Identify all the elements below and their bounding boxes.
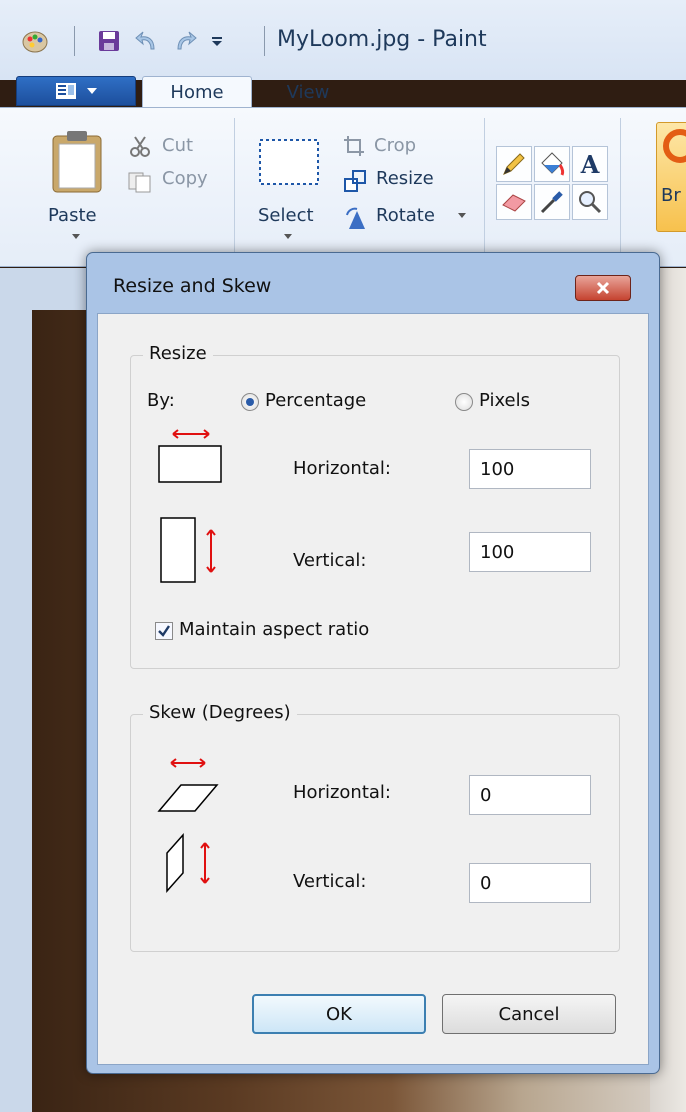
dialog-title: Resize and Skew — [113, 275, 272, 297]
pencil-icon[interactable] — [496, 146, 532, 182]
select-dropdown-icon[interactable] — [282, 233, 294, 241]
paste-label[interactable]: Paste — [48, 205, 97, 226]
skew-horizontal-label: Horizontal: — [293, 782, 391, 803]
resize-icon[interactable] — [342, 168, 368, 194]
rotate-dropdown-icon[interactable] — [456, 212, 468, 220]
skew-vertical-input[interactable]: 0 — [469, 863, 591, 903]
menu-icon — [56, 83, 76, 99]
skew-vertical-label: Vertical: — [293, 871, 367, 892]
percentage-radio[interactable] — [241, 393, 259, 411]
select-label[interactable]: Select — [258, 205, 314, 226]
eraser-icon[interactable] — [496, 184, 532, 220]
tab-view[interactable]: View — [258, 76, 358, 108]
brushes-label: Br — [661, 185, 681, 206]
paste-icon[interactable] — [48, 128, 106, 194]
maintain-aspect-label[interactable]: Maintain aspect ratio — [179, 619, 369, 640]
pixels-label[interactable]: Pixels — [479, 390, 530, 411]
chevron-down-icon — [87, 88, 97, 94]
skew-horizontal-icon — [157, 758, 219, 812]
group-separator — [234, 118, 235, 258]
window-title: MyLoom.jpg - Paint — [277, 27, 487, 52]
cancel-button[interactable]: Cancel — [442, 994, 616, 1034]
brushes-button[interactable]: Br — [656, 122, 686, 232]
skew-group: Skew (Degrees) Horizontal: 0 Vertical: 0 — [130, 702, 620, 952]
fill-icon[interactable] — [534, 146, 570, 182]
customize-dropdown-icon[interactable] — [204, 28, 230, 54]
text-glyph: A — [580, 149, 600, 179]
paint-menu-button[interactable] — [16, 76, 136, 106]
skew-vertical-icon — [166, 833, 210, 893]
rotate-icon[interactable] — [344, 206, 370, 232]
cut-label[interactable]: Cut — [162, 135, 193, 156]
skew-group-label: Skew (Degrees) — [143, 702, 297, 723]
cut-icon[interactable] — [128, 134, 152, 158]
crop-icon[interactable] — [342, 134, 366, 158]
resize-group: Resize By: Percentage Pixels Horizontal:… — [130, 343, 620, 669]
resize-label[interactable]: Resize — [376, 168, 434, 189]
resize-skew-dialog: Resize and Skew Resize By: Percentage Pi… — [86, 252, 660, 1074]
crop-label[interactable]: Crop — [374, 135, 416, 156]
color-picker-icon[interactable] — [534, 184, 570, 220]
close-icon — [596, 281, 610, 295]
magnifier-icon[interactable] — [572, 184, 608, 220]
text-icon[interactable]: A — [572, 146, 608, 182]
pixels-radio[interactable] — [455, 393, 473, 411]
group-separator — [484, 118, 485, 258]
resize-vertical-label: Vertical: — [293, 550, 367, 571]
undo-icon[interactable] — [134, 28, 160, 54]
resize-horizontal-input[interactable]: 100 — [469, 449, 591, 489]
ok-button[interactable]: OK — [252, 994, 426, 1034]
copy-icon[interactable] — [126, 170, 154, 194]
title-separator — [264, 26, 265, 56]
resize-group-label: Resize — [143, 343, 213, 364]
maintain-aspect-checkbox[interactable] — [155, 622, 173, 640]
percentage-label[interactable]: Percentage — [265, 390, 366, 411]
paste-dropdown-icon[interactable] — [70, 233, 82, 241]
ribbon-panel: Paste Cut Copy Select Crop Resize Rotate… — [0, 107, 686, 267]
title-bar: MyLoom.jpg - Paint — [0, 0, 686, 80]
tab-home[interactable]: Home — [142, 76, 252, 108]
select-icon[interactable] — [258, 138, 320, 186]
resize-vertical-icon — [160, 517, 216, 583]
save-icon[interactable] — [96, 28, 122, 54]
resize-horizontal-label: Horizontal: — [293, 458, 391, 479]
by-label: By: — [147, 390, 175, 411]
copy-label[interactable]: Copy — [162, 168, 208, 189]
brush-icon — [663, 129, 686, 163]
redo-icon[interactable] — [172, 28, 198, 54]
rotate-label[interactable]: Rotate — [376, 205, 435, 226]
quick-access-separator — [74, 26, 75, 56]
skew-horizontal-input[interactable]: 0 — [469, 775, 591, 815]
group-separator — [620, 118, 621, 258]
paint-app-icon[interactable] — [22, 28, 48, 54]
resize-horizontal-icon — [158, 429, 222, 483]
resize-vertical-input[interactable]: 100 — [469, 532, 591, 572]
close-button[interactable] — [575, 275, 631, 301]
checkmark-icon — [158, 625, 170, 637]
dialog-body: Resize By: Percentage Pixels Horizontal:… — [97, 313, 649, 1065]
